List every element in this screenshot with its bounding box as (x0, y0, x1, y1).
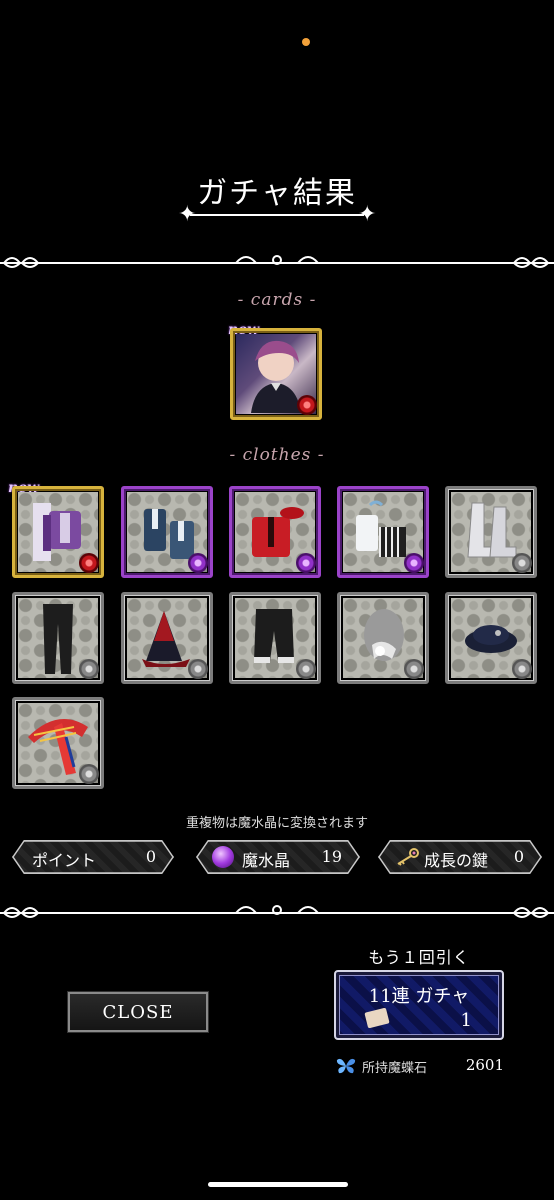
key-icon (397, 848, 419, 866)
rose-icon (512, 659, 532, 679)
crystal-label: 魔水晶 (242, 851, 291, 870)
ornament-divider-bottom (0, 900, 554, 930)
points-value: 0 (145, 847, 156, 866)
rose-icon (188, 553, 208, 573)
clothes-item-accessory[interactable] (337, 592, 429, 684)
butterfly-icon (336, 1058, 356, 1074)
gacha-cost: 1 (460, 1010, 472, 1031)
ticket-icon (364, 1007, 390, 1029)
draw-again-label: もう１回引く (368, 948, 470, 967)
owned-stones-label: 所持魔蝶石 (362, 1061, 428, 1076)
gacha-name: 11連 ガチャ (368, 986, 470, 1007)
clothes-item-boots-white[interactable] (445, 486, 537, 578)
rose-icon (404, 553, 424, 573)
rose-icon (512, 553, 532, 573)
rose-icon (79, 764, 99, 784)
points-label: ポイント (32, 851, 97, 870)
key-counter: 成長の鍵 0 (378, 840, 542, 874)
duplicate-notice: 重複物は魔水晶に変換されます (185, 816, 368, 831)
rose-icon (79, 553, 99, 573)
home-indicator[interactable] (208, 1182, 348, 1187)
title-underline (190, 214, 364, 216)
crystal-icon (212, 846, 234, 868)
rose-icon (296, 553, 316, 573)
clothes-item-cape-red[interactable] (121, 592, 213, 684)
clothes-section-label: - clothes - (229, 445, 325, 465)
crystal-value: 19 (321, 847, 342, 866)
cards-section-label: - cards - (237, 290, 317, 310)
gacha-11-button[interactable]: 11連 ガチャ 1 (334, 970, 504, 1040)
card-tile[interactable] (230, 328, 322, 420)
rose-icon (79, 659, 99, 679)
owned-stones-value: 2601 (465, 1056, 504, 1074)
ornament-swirls (3, 255, 550, 268)
rose-icon (188, 659, 208, 679)
clothes-item-scarf-red[interactable] (12, 697, 104, 789)
ornament-divider-top (0, 250, 554, 280)
clothes-item-jacket-blue[interactable] (121, 486, 213, 578)
clothes-item-hat-navy[interactable] (445, 592, 537, 684)
page-title: ガチャ結果 (197, 176, 357, 211)
rose-icon (404, 659, 424, 679)
clothes-item-jacket-red[interactable] (229, 486, 321, 578)
rose-icon (296, 659, 316, 679)
sparkle-icon: ✦ (358, 202, 377, 227)
rose-icon (297, 395, 317, 415)
clothes-item-jacket-purple[interactable] (12, 486, 104, 578)
points-counter: ポイント 0 (12, 840, 174, 874)
clothes-item-outfit-white[interactable] (337, 486, 429, 578)
ornament-swirls (3, 905, 550, 918)
owned-stones: 所持魔蝶石 2601 (336, 1056, 506, 1076)
close-button[interactable]: CLOSE (67, 991, 209, 1033)
crystal-counter: 魔水晶 19 (196, 840, 360, 874)
status-indicator-dot (302, 38, 310, 46)
key-label: 成長の鍵 (424, 851, 489, 870)
clothes-item-pants-black[interactable] (12, 592, 104, 684)
key-value: 0 (513, 847, 524, 866)
clothes-item-shorts-black[interactable] (229, 592, 321, 684)
